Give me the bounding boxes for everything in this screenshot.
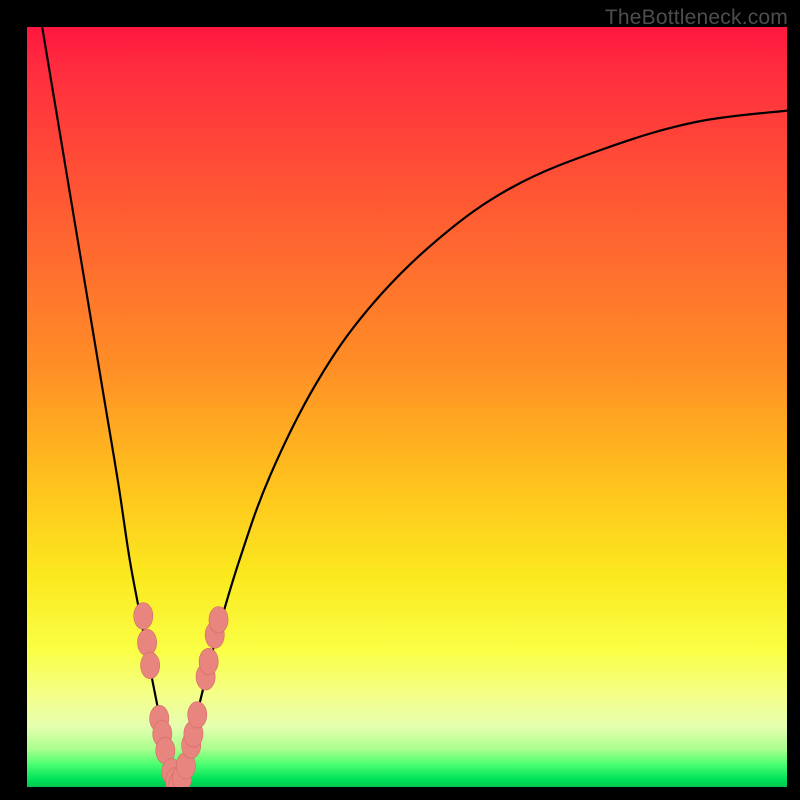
curve-marker: [138, 629, 157, 656]
curve-marker: [134, 603, 153, 630]
curve-marker: [199, 648, 218, 675]
watermark-text: TheBottleneck.com: [605, 6, 788, 30]
curve-right-branch: [177, 111, 787, 786]
plot-area: [27, 27, 787, 787]
curve-markers: [134, 603, 228, 787]
curve-marker: [141, 652, 160, 679]
curve-marker: [188, 702, 207, 729]
curve-marker: [209, 607, 228, 634]
chart-frame: TheBottleneck.com: [0, 0, 800, 800]
chart-svg: [27, 27, 787, 787]
